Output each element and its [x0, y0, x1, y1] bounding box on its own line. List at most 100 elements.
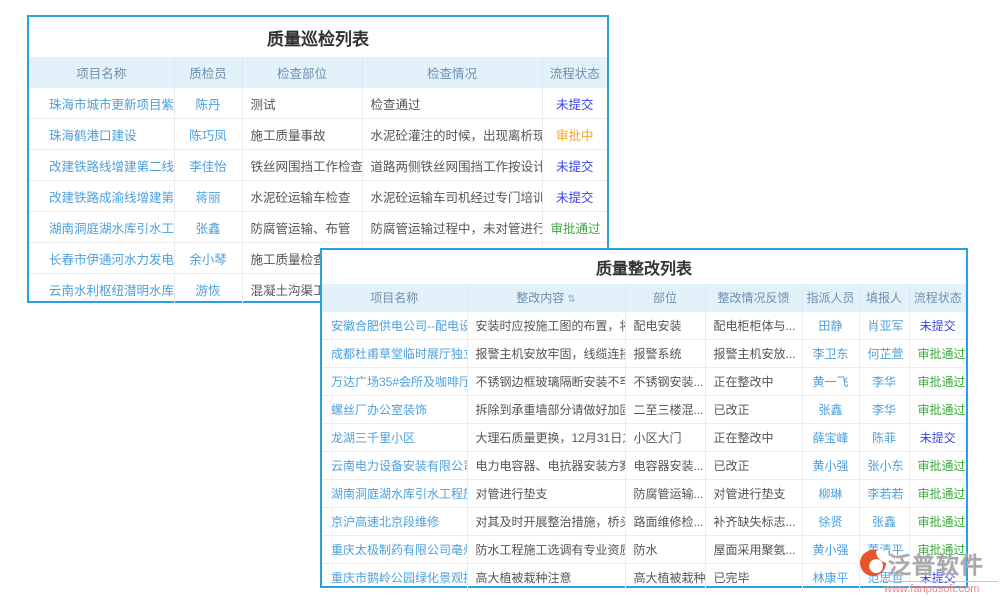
- table-row: 珠海市城市更新项目紫... 陈丹 测试 检查通过 未提交: [29, 88, 607, 119]
- inspection-result-cell: 水泥砼灌注的时候，出现离析现象: [362, 119, 542, 150]
- col-header-inspection-part: 检查部位: [242, 57, 362, 88]
- inspection-list-title: 质量巡检列表: [29, 17, 607, 57]
- reporter-link[interactable]: 何芷萱: [859, 340, 909, 368]
- feedback-cell: 已改正: [705, 396, 802, 424]
- project-name-link[interactable]: 重庆市鹅岭公园绿化景观提升...: [322, 564, 467, 592]
- assignee-link[interactable]: 黄小强: [802, 452, 859, 480]
- col-header-assignee: 指派人员: [802, 284, 859, 312]
- table-row: 万达广场35#会所及咖啡厅空... 不锈钢边框玻璃隔断安装不牢... 不锈钢安装…: [322, 368, 966, 396]
- project-name-link[interactable]: 成都杜甫草堂临时展厅独立展...: [322, 340, 467, 368]
- rectify-content-cell: 报警主机安放牢固，线缆连接...: [467, 340, 625, 368]
- inspection-part-cell: 防腐管运输、布管: [242, 212, 362, 243]
- part-cell: 电容器安装...: [625, 452, 705, 480]
- feedback-cell: 正在整改中: [705, 368, 802, 396]
- reporter-link[interactable]: 陈菲: [859, 424, 909, 452]
- reporter-link[interactable]: 李华: [859, 396, 909, 424]
- inspector-link[interactable]: 张鑫: [174, 212, 242, 243]
- reporter-link[interactable]: 李华: [859, 368, 909, 396]
- inspection-part-cell: 水泥砼运输车检查: [242, 181, 362, 212]
- assignee-link[interactable]: 张鑫: [802, 396, 859, 424]
- project-name-link[interactable]: 云南电力设备安装有限公司20...: [322, 452, 467, 480]
- table-row: 珠海鹤港口建设 陈巧凤 施工质量事故 水泥砼灌注的时候，出现离析现象 审批中: [29, 119, 607, 150]
- feedback-cell: 补齐缺失标志...: [705, 508, 802, 536]
- inspector-link[interactable]: 陈巧凤: [174, 119, 242, 150]
- project-name-link[interactable]: 改建铁路成渝线增建第...: [29, 181, 174, 212]
- col-header-flow-status: 流程状态: [909, 284, 966, 312]
- rectify-content-cell: 对管进行垫支: [467, 480, 625, 508]
- status-badge: 审批中: [542, 119, 607, 150]
- col-header-rectify-content[interactable]: 整改内容⇅: [467, 284, 625, 312]
- assignee-link[interactable]: 薛宝峰: [802, 424, 859, 452]
- status-badge: 审批通过: [909, 368, 966, 396]
- project-name-link[interactable]: 珠海市城市更新项目紫...: [29, 88, 174, 119]
- part-cell: 防腐管运输...: [625, 480, 705, 508]
- project-name-link[interactable]: 重庆太极制药有限公司亳州中...: [322, 536, 467, 564]
- vendor-watermark: 泛普软件 www.fanpusoft.com: [860, 546, 998, 598]
- inspector-link[interactable]: 游恢: [174, 274, 242, 305]
- inspection-part-cell: 测试: [242, 88, 362, 119]
- project-name-link[interactable]: 改建铁路线增建第二线...: [29, 150, 174, 181]
- rectify-content-cell: 不锈钢边框玻璃隔断安装不牢...: [467, 368, 625, 396]
- col-header-part: 部位: [625, 284, 705, 312]
- project-name-link[interactable]: 珠海鹤港口建设: [29, 119, 174, 150]
- assignee-link[interactable]: 徐贤: [802, 508, 859, 536]
- part-cell: 小区大门: [625, 424, 705, 452]
- assignee-link[interactable]: 黄一飞: [802, 368, 859, 396]
- feedback-cell: 对管进行垫支: [705, 480, 802, 508]
- status-badge: 未提交: [542, 150, 607, 181]
- inspector-link[interactable]: 蒋丽: [174, 181, 242, 212]
- rectification-list-title: 质量整改列表: [322, 250, 966, 284]
- reporter-link[interactable]: 张小东: [859, 452, 909, 480]
- inspection-part-cell: 铁丝网围挡工作检查: [242, 150, 362, 181]
- inspection-result-cell: 道路两侧铁丝网围挡工作按设计...: [362, 150, 542, 181]
- inspection-list-title-text: 质量巡检列表: [267, 25, 369, 50]
- project-name-link[interactable]: 龙湖三千里小区: [322, 424, 467, 452]
- project-name-link[interactable]: 长春市伊通河水力发电...: [29, 243, 174, 274]
- project-name-link[interactable]: 云南水利枢纽潜明水库...: [29, 274, 174, 305]
- part-cell: 二至三楼混...: [625, 396, 705, 424]
- feedback-cell: 正在整改中: [705, 424, 802, 452]
- inspector-link[interactable]: 陈丹: [174, 88, 242, 119]
- project-name-link[interactable]: 京沪高速北京段维修: [322, 508, 467, 536]
- status-badge: 未提交: [909, 424, 966, 452]
- table-row: 成都杜甫草堂临时展厅独立展... 报警主机安放牢固，线缆连接... 报警系统 报…: [322, 340, 966, 368]
- rectify-content-cell: 对其及时开展整治措施，桥头...: [467, 508, 625, 536]
- table-row: 安徽合肥供电公司--配电设备... 安装时应按施工图的布置，将... 配电安装 …: [322, 312, 966, 340]
- col-header-project-name: 项目名称: [322, 284, 467, 312]
- assignee-link[interactable]: 田静: [802, 312, 859, 340]
- part-cell: 防水: [625, 536, 705, 564]
- col-header-feedback: 整改情况反馈: [705, 284, 802, 312]
- sort-icon[interactable]: ⇅: [567, 294, 575, 305]
- part-cell: 不锈钢安装...: [625, 368, 705, 396]
- feedback-cell: 屋面采用聚氨...: [705, 536, 802, 564]
- table-row: 京沪高速北京段维修 对其及时开展整治措施，桥头... 路面维修检... 补齐缺失…: [322, 508, 966, 536]
- status-badge: 审批通过: [909, 340, 966, 368]
- project-name-link[interactable]: 万达广场35#会所及咖啡厅空...: [322, 368, 467, 396]
- part-cell: 高大植被栽种: [625, 564, 705, 592]
- project-name-link[interactable]: 螺丝厂办公室装饰: [322, 396, 467, 424]
- inspector-link[interactable]: 余小琴: [174, 243, 242, 274]
- fanpu-logo-icon: [860, 550, 886, 576]
- part-cell: 配电安装: [625, 312, 705, 340]
- assignee-link[interactable]: 柳琳: [802, 480, 859, 508]
- project-name-link[interactable]: 安徽合肥供电公司--配电设备...: [322, 312, 467, 340]
- rectify-content-cell: 高大植被栽种注意: [467, 564, 625, 592]
- assignee-link[interactable]: 黄小强: [802, 536, 859, 564]
- table-row: 改建铁路线增建第二线... 李佳怡 铁丝网围挡工作检查 道路两侧铁丝网围挡工作按…: [29, 150, 607, 181]
- assignee-link[interactable]: 李卫东: [802, 340, 859, 368]
- status-badge: 未提交: [542, 88, 607, 119]
- status-badge: 未提交: [542, 181, 607, 212]
- reporter-link[interactable]: 李若若: [859, 480, 909, 508]
- table-row: 改建铁路成渝线增建第... 蒋丽 水泥砼运输车检查 水泥砼运输车司机经过专门培训…: [29, 181, 607, 212]
- reporter-link[interactable]: 张鑫: [859, 508, 909, 536]
- status-badge: 审批通过: [909, 480, 966, 508]
- project-name-link[interactable]: 湖南洞庭湖水库引水工...: [29, 212, 174, 243]
- inspector-link[interactable]: 李佳怡: [174, 150, 242, 181]
- assignee-link[interactable]: 林康平: [802, 564, 859, 592]
- table-row: 龙湖三千里小区 大理石质量更换，12月31日之... 小区大门 正在整改中 薛宝…: [322, 424, 966, 452]
- reporter-link[interactable]: 肖亚军: [859, 312, 909, 340]
- project-name-link[interactable]: 湖南洞庭湖水库引水工程施工标: [322, 480, 467, 508]
- inspection-result-cell: 水泥砼运输车司机经过专门培训...: [362, 181, 542, 212]
- status-badge: 审批通过: [909, 508, 966, 536]
- rectify-content-cell: 拆除到承重墙部分请做好加固...: [467, 396, 625, 424]
